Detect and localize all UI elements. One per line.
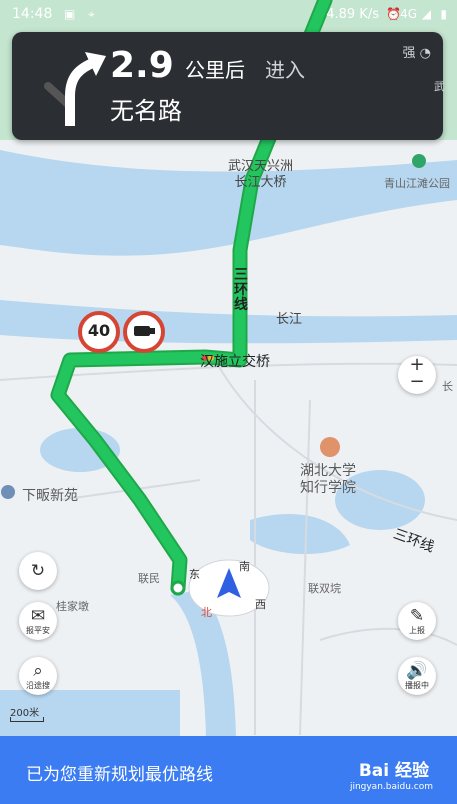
battery-icon: ▮ bbox=[440, 7, 447, 21]
refresh-route-button[interactable]: ↻ bbox=[19, 552, 57, 590]
village-label: 桂家墩 bbox=[56, 600, 89, 613]
camera-icon bbox=[134, 326, 150, 336]
network-speed: 4.89 K/s bbox=[326, 7, 379, 22]
district-icon bbox=[1, 485, 15, 499]
bridge-label: 武汉天兴洲 长江大桥 bbox=[228, 159, 294, 190]
status-bar: 14:48 ▣ ⌖ 4.89 K/s ⏰ 4G ◢ ▮ bbox=[0, 0, 457, 30]
turn-right-arrow-icon bbox=[44, 52, 106, 126]
refresh-icon: ↻ bbox=[30, 561, 46, 581]
guidance-distance-unit: 公里后 bbox=[185, 58, 245, 82]
broadcast-label: 播报中 bbox=[405, 680, 429, 690]
speaker-icon: 🔊 bbox=[406, 660, 428, 681]
park-label: 青山江滩公园 bbox=[384, 177, 450, 190]
compass-south: 南 bbox=[239, 560, 250, 573]
report-button[interactable]: ✎ 上报 bbox=[398, 602, 436, 640]
river-label: 长江 bbox=[276, 312, 303, 327]
search-icon: ⌕ bbox=[33, 660, 43, 681]
gps-signal: 强 ◔ bbox=[402, 46, 432, 61]
watermark-site: jingyan.baidu.com bbox=[349, 782, 433, 792]
guidance-card[interactable]: 2.9 公里后 进入 无名路 强 ◔ bbox=[12, 32, 443, 140]
edit-icon: ✎ bbox=[409, 605, 425, 626]
guidance-distance: 2.9 bbox=[110, 45, 174, 86]
camera-lens-icon bbox=[150, 328, 155, 334]
edge-label: 长 bbox=[442, 380, 453, 393]
compass-north: 北 bbox=[201, 606, 212, 619]
map-scale-bar bbox=[10, 717, 44, 722]
university-label: 湖北大学 知行学院 bbox=[300, 463, 356, 496]
university-icon bbox=[320, 437, 340, 457]
alarm-icon: ⏰ bbox=[386, 7, 401, 21]
compass-east: 东 bbox=[189, 568, 200, 581]
zoom-control[interactable]: + − bbox=[398, 356, 436, 394]
watermark-brand: Bai 经验 bbox=[358, 761, 429, 781]
broadcast-button[interactable]: 🔊 播报中 bbox=[398, 657, 436, 695]
report-safe-button[interactable]: ✉ 报平安 bbox=[19, 602, 57, 640]
guidance-road-name: 无名路 bbox=[110, 97, 182, 125]
reroute-toast: 已为您重新规划最优路线 Bai 经验 jingyan.baidu.com bbox=[0, 736, 457, 804]
zoom-out-button[interactable]: − bbox=[398, 373, 436, 391]
signal-icon: ◢ bbox=[421, 7, 431, 21]
status-time: 14:48 bbox=[12, 6, 53, 22]
search-along-button[interactable]: ⌕ 沿途搜 bbox=[19, 657, 57, 695]
park-icon bbox=[412, 154, 426, 168]
edge-top-label: 武 bbox=[434, 80, 445, 93]
route-start-marker bbox=[170, 580, 186, 596]
village-label: 联民 bbox=[138, 572, 160, 585]
location-icon: ⌖ bbox=[88, 7, 95, 21]
interchange-label: 汉施立交桥 bbox=[200, 354, 270, 370]
gallery-icon: ▣ bbox=[64, 7, 76, 21]
report-safe-label: 报平安 bbox=[26, 625, 50, 635]
ring-road-vertical-label: 三 环 线 bbox=[234, 267, 248, 313]
network-type: 4G bbox=[400, 7, 417, 21]
district-label: 下畈新苑 bbox=[22, 488, 78, 504]
compass[interactable]: 东 南 西 北 bbox=[187, 556, 271, 620]
search-along-label: 沿途搜 bbox=[26, 680, 50, 690]
guidance-action: 进入 bbox=[265, 58, 305, 82]
compass-west: 西 bbox=[255, 598, 266, 611]
gps-signal-icon: ◔ bbox=[419, 46, 431, 61]
mail-icon: ✉ bbox=[30, 605, 46, 626]
village-label: 联双垸 bbox=[308, 582, 341, 595]
report-label: 上报 bbox=[409, 625, 425, 635]
toast-message: 已为您重新规划最优路线 bbox=[26, 765, 213, 785]
speed-limit-value: 40 bbox=[87, 321, 111, 340]
